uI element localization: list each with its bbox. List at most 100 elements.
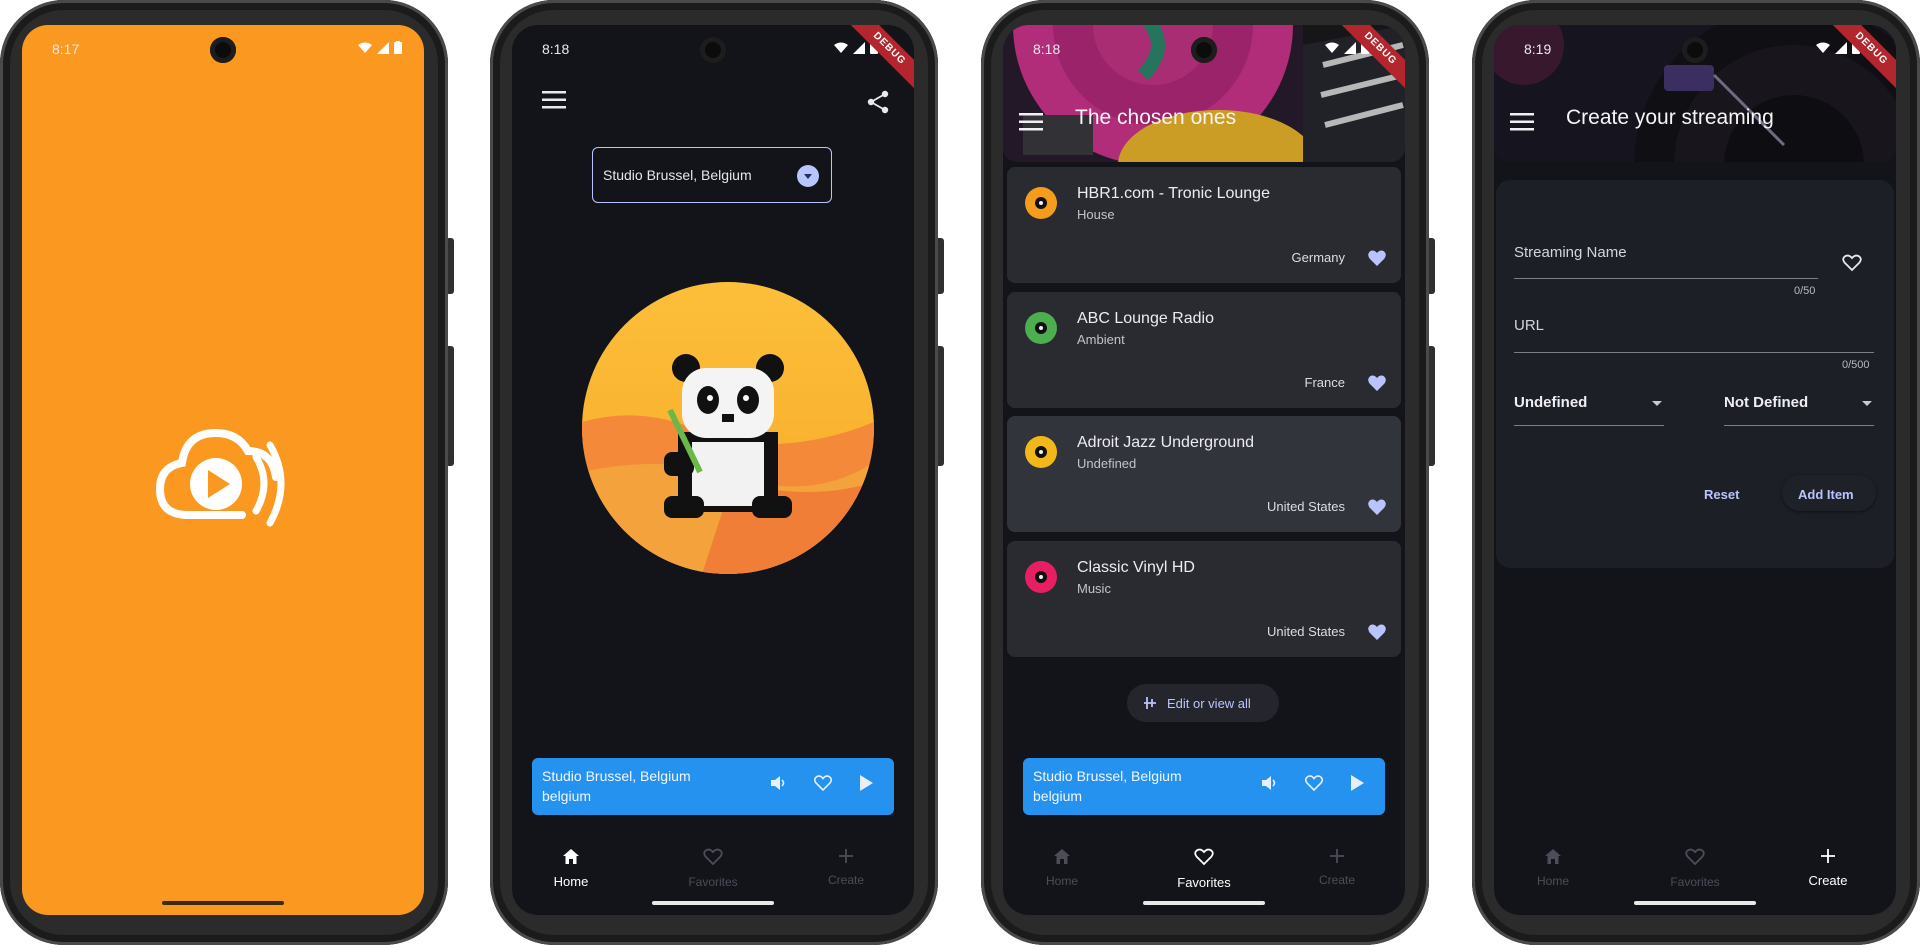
station-country: Germany	[1291, 250, 1345, 265]
url-underline	[1514, 352, 1874, 353]
mini-player[interactable]: Studio Brussel, Belgium belgium	[532, 758, 894, 815]
edit-grid-icon	[1144, 697, 1156, 709]
play-icon[interactable]	[858, 774, 874, 792]
menu-icon[interactable]	[542, 89, 568, 111]
add-item-button[interactable]: Add Item	[1782, 475, 1876, 511]
status-time: 8:18	[542, 41, 570, 57]
country-select[interactable]: Not Defined	[1724, 386, 1874, 426]
plus-icon	[839, 849, 853, 863]
station-dropdown[interactable]: Studio Brussel, Belgium	[592, 147, 832, 203]
home-icon	[1545, 849, 1561, 864]
heart-outline-icon	[1194, 848, 1214, 866]
favorite-icon[interactable]	[814, 775, 832, 791]
nav-favorites-label: Favorites	[688, 875, 738, 889]
nav-create[interactable]: Create	[1282, 848, 1392, 887]
nav-home-label: Home	[1536, 874, 1569, 888]
heart-outline-icon[interactable]	[1842, 254, 1862, 272]
heart-filled-icon[interactable]	[1367, 498, 1387, 516]
gesture-bar[interactable]	[162, 901, 284, 905]
station-card[interactable]: HBR1.com - Tronic Lounge House Germany	[1007, 167, 1401, 283]
signal-icon	[1835, 41, 1847, 54]
station-country: France	[1304, 375, 1345, 390]
heart-filled-icon[interactable]	[1367, 249, 1387, 267]
url-input[interactable]	[1514, 310, 1874, 352]
status-icons	[358, 41, 402, 54]
vinyl-icon	[1025, 561, 1057, 593]
menu-icon[interactable]	[1019, 111, 1045, 133]
front-camera	[1191, 37, 1217, 63]
favorite-icon[interactable]	[1305, 775, 1323, 791]
station-card[interactable]: Classic Vinyl HD Music United States	[1007, 541, 1401, 657]
page-title: The chosen ones	[1075, 106, 1237, 129]
plus-icon	[1330, 849, 1344, 863]
share-icon[interactable]	[866, 89, 890, 115]
nav-home[interactable]: Home	[1498, 848, 1608, 888]
gesture-bar[interactable]	[1634, 901, 1756, 905]
nav-favorites[interactable]: Favorites	[1640, 848, 1750, 889]
heart-filled-icon[interactable]	[1367, 374, 1387, 392]
volume-icon[interactable]	[770, 775, 788, 791]
home-screen: 8:18 DEBUG Studio Brussel, Belgium Studi…	[512, 25, 914, 915]
mini-player[interactable]: Studio Brussel, Belgium belgium	[1023, 758, 1385, 815]
bottom-nav: Home Favorites Create	[512, 840, 914, 900]
nav-favorites-label: Favorites	[1670, 875, 1720, 889]
heart-outline-icon	[1685, 848, 1705, 866]
front-camera	[1682, 37, 1708, 63]
country-select-value: Not Defined	[1724, 394, 1809, 411]
create-form: Streaming Name 0/50 URL 0/500 Undefined …	[1496, 180, 1894, 568]
plus-icon	[1821, 849, 1835, 863]
nav-home[interactable]: Home	[516, 848, 626, 889]
status-bar: 8:18	[512, 25, 914, 73]
status-time: 8:19	[1524, 41, 1552, 57]
station-country: United States	[1266, 499, 1345, 514]
station-genre: Ambient	[1077, 332, 1125, 347]
station-name: Classic Vinyl HD	[1077, 559, 1195, 576]
device-home: 8:18 DEBUG Studio Brussel, Belgium Studi…	[490, 0, 944, 945]
url-counter: 0/500	[1842, 359, 1870, 371]
bottom-nav: Home Favorites Create	[1003, 840, 1405, 900]
station-card[interactable]: ABC Lounge Radio Ambient France	[1007, 292, 1401, 408]
status-bar: 8:19	[1494, 25, 1896, 73]
station-genre: House	[1077, 207, 1115, 222]
status-time: 8:17	[52, 41, 80, 57]
nav-home-label: Home	[553, 874, 589, 889]
splash-screen: 8:17	[22, 25, 424, 915]
play-icon[interactable]	[1349, 774, 1365, 792]
nav-favorites[interactable]: Favorites	[658, 848, 768, 889]
nav-home[interactable]: Home	[1007, 848, 1117, 888]
station-artwork	[582, 282, 874, 574]
vinyl-icon	[1025, 187, 1057, 219]
device-splash: 8:17	[0, 0, 454, 945]
edit-or-view-all-button[interactable]: Edit or view all	[1127, 684, 1279, 722]
wifi-icon	[1816, 42, 1830, 53]
genre-select[interactable]: Undefined	[1514, 386, 1664, 426]
gesture-bar[interactable]	[1143, 901, 1265, 905]
reset-button[interactable]: Reset	[1704, 487, 1739, 502]
status-bar: 8:17	[22, 25, 424, 73]
signal-icon	[853, 41, 865, 54]
volume-icon[interactable]	[1261, 775, 1279, 791]
station-dropdown-value: Studio Brussel, Belgium	[603, 167, 752, 183]
front-camera	[210, 37, 236, 63]
station-name: HBR1.com - Tronic Lounge	[1077, 185, 1270, 202]
station-card[interactable]: Adroit Jazz Underground Undefined United…	[1007, 416, 1401, 532]
genre-select-value: Undefined	[1514, 394, 1588, 411]
nav-create[interactable]: Create	[791, 848, 901, 887]
heart-filled-icon[interactable]	[1367, 623, 1387, 641]
caret-down-icon	[1862, 401, 1872, 406]
station-genre: Music	[1077, 581, 1111, 596]
streaming-name-input[interactable]	[1514, 236, 1818, 278]
nav-create-label: Create	[827, 873, 865, 887]
player-title: Studio Brussel, Belgium	[542, 768, 691, 784]
dropdown-arrow-icon[interactable]	[797, 165, 819, 187]
gesture-bar[interactable]	[652, 901, 774, 905]
station-name: Adroit Jazz Underground	[1077, 434, 1254, 451]
create-screen: 8:19 DEBUG Create your streaming Streami…	[1494, 25, 1896, 915]
nav-create-label: Create	[1318, 873, 1356, 887]
nav-create[interactable]: Create	[1773, 848, 1883, 888]
wifi-icon	[1325, 42, 1339, 53]
menu-icon[interactable]	[1510, 111, 1536, 133]
home-icon	[1054, 849, 1070, 864]
nav-favorites[interactable]: Favorites	[1149, 848, 1259, 890]
wifi-icon	[358, 42, 372, 53]
